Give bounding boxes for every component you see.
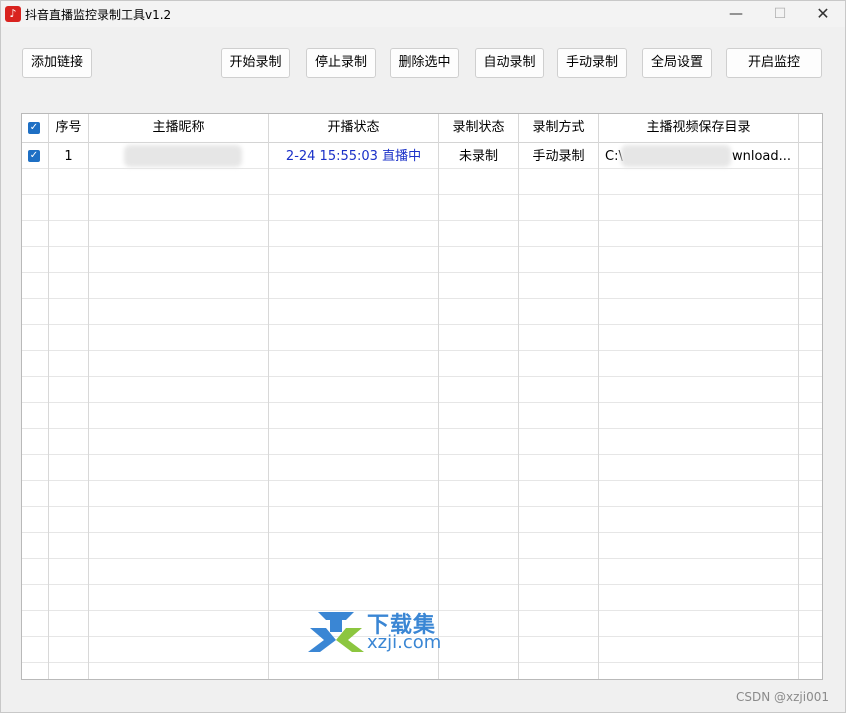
header-live-status[interactable]: 开播状态 xyxy=(269,114,438,142)
recording-table: ✓ 序号 主播昵称 开播状态 录制状态 录制方式 主播视频保存目录 ✓ 1 2-… xyxy=(21,113,823,680)
redacted-save-dir xyxy=(621,145,731,167)
site-watermark: 下载集 xzji.com xyxy=(308,606,458,656)
header-save-dir[interactable]: 主播视频保存目录 xyxy=(599,114,798,142)
table-gridlines xyxy=(22,114,822,679)
maximize-button[interactable]: ☐ xyxy=(757,1,803,27)
close-button[interactable]: ✕ xyxy=(800,1,846,27)
select-all-checkbox[interactable]: ✓ xyxy=(28,122,40,134)
row-record-mode: 手动录制 xyxy=(532,149,585,164)
row-record-status: 未录制 xyxy=(458,149,498,164)
row-save-dir-suffix: wnload... xyxy=(732,149,792,164)
header-index[interactable]: 序号 xyxy=(49,114,88,142)
douyin-logo-icon: ♪ xyxy=(5,6,21,22)
manual-record-button[interactable]: 手动录制 xyxy=(557,48,627,78)
stop-record-button[interactable]: 停止录制 xyxy=(306,48,376,78)
add-link-button[interactable]: 添加链接 xyxy=(22,48,92,78)
row-live-status: 2-24 15:55:03 直播中 xyxy=(285,149,422,164)
row-checkbox[interactable]: ✓ xyxy=(28,150,40,162)
csdn-credit: CSDN @xzji001 xyxy=(736,690,829,704)
row-index: 1 xyxy=(64,149,73,164)
delete-selected-button[interactable]: 删除选中 xyxy=(390,48,459,78)
minimize-button[interactable]: — xyxy=(713,1,759,27)
watermark-site: xzji.com xyxy=(367,632,442,653)
start-record-button[interactable]: 开始录制 xyxy=(221,48,290,78)
header-nickname[interactable]: 主播昵称 xyxy=(89,114,268,142)
auto-record-button[interactable]: 自动录制 xyxy=(475,48,544,78)
header-record-mode[interactable]: 录制方式 xyxy=(519,114,598,142)
title-bar: ♪ 抖音直播监控录制工具v1.2 — ☐ ✕ xyxy=(1,1,845,27)
header-record-status[interactable]: 录制状态 xyxy=(439,114,518,142)
global-settings-button[interactable]: 全局设置 xyxy=(642,48,712,78)
watermark-arrow-icon xyxy=(308,612,364,652)
start-monitor-button[interactable]: 开启监控 xyxy=(726,48,822,78)
redacted-nickname xyxy=(124,145,242,167)
app-window: ♪ 抖音直播监控录制工具v1.2 — ☐ ✕ 添加链接 开始录制 停止录制 删除… xyxy=(0,0,846,713)
window-title: 抖音直播监控录制工具v1.2 xyxy=(25,8,172,22)
